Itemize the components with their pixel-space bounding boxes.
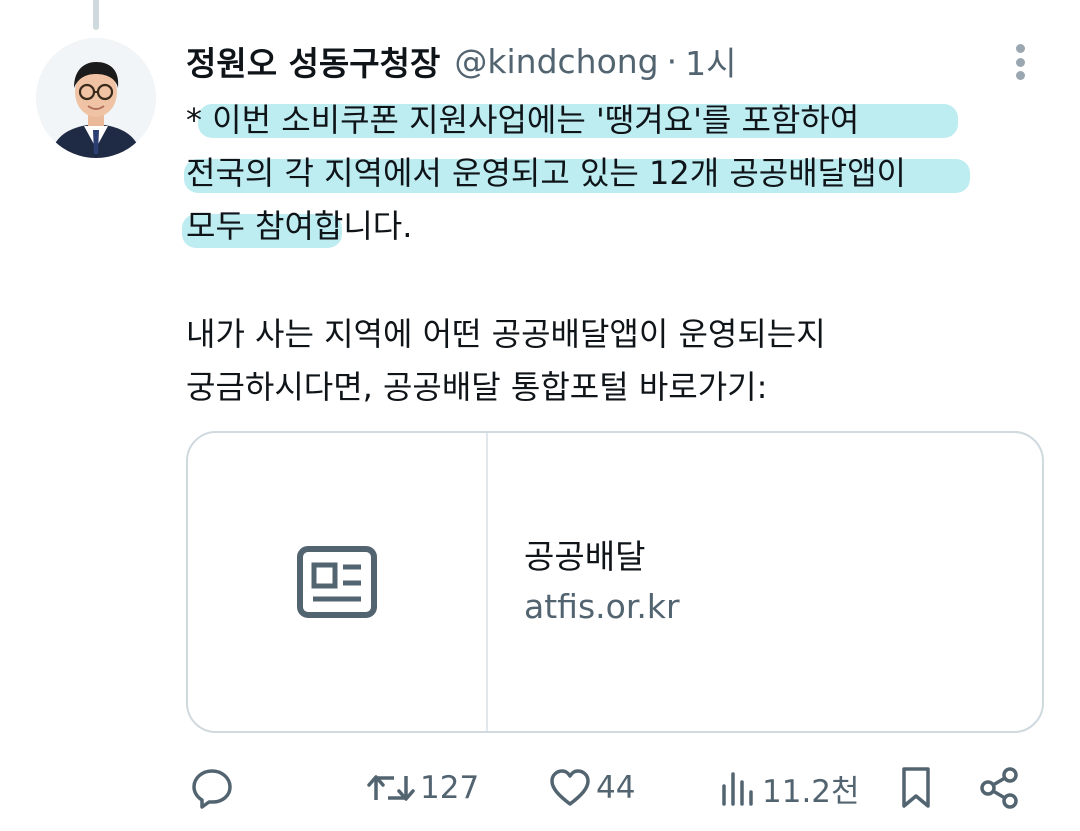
reply-button[interactable] bbox=[190, 760, 234, 816]
tweet-text: * 이번 소비쿠폰 지원사업에는 '땡겨요'를 포함하여 전국의 각 지역에서 … bbox=[182, 94, 1046, 414]
like-count: 44 bbox=[596, 770, 636, 806]
more-options-icon[interactable] bbox=[1003, 40, 1037, 84]
link-title: 공공배달 bbox=[524, 537, 646, 576]
tweet-line: 모두 참여합니다. bbox=[182, 200, 1046, 253]
views-button[interactable]: 11.2천 bbox=[718, 760, 860, 816]
like-button[interactable]: 44 bbox=[548, 760, 635, 816]
share-icon bbox=[980, 767, 1018, 809]
views-icon bbox=[722, 772, 753, 806]
link-info: 공공배달 atfis.or.kr bbox=[488, 433, 1042, 731]
share-button[interactable] bbox=[976, 760, 1022, 816]
link-domain: atfis.or.kr bbox=[524, 587, 680, 626]
action-bar: 127 44 11.2천 bbox=[186, 760, 1046, 816]
thread-connector-line bbox=[93, 0, 99, 30]
retweet-count: 127 bbox=[420, 770, 480, 806]
avatar-portrait bbox=[36, 38, 156, 158]
tweet-line: 전국의 각 지역에서 운영되고 있는 12개 공공배달앱이 bbox=[184, 147, 1046, 200]
tweet-line: * 이번 소비쿠폰 지원사업에는 '땡겨요'를 포함하여 bbox=[186, 94, 1046, 147]
author-name[interactable]: 정원오 성동구청장 bbox=[186, 37, 440, 85]
reply-icon bbox=[192, 769, 232, 809]
retweet-icon bbox=[367, 775, 415, 801]
bookmark-icon bbox=[902, 767, 930, 808]
tweet-header: 정원오 성동구청장 @kindchong · 1시 bbox=[186, 38, 737, 84]
avatar[interactable] bbox=[36, 38, 156, 158]
views-count: 11.2천 bbox=[762, 773, 860, 810]
tweet-line: 궁금하시다면, 공공배달 통합포털 바로가기: bbox=[186, 368, 768, 406]
link-thumbnail bbox=[188, 433, 488, 731]
timestamp[interactable]: 1시 bbox=[685, 37, 736, 85]
link-preview-card[interactable]: 공공배달 atfis.or.kr bbox=[186, 431, 1044, 733]
tweet-line: 내가 사는 지역에 어떤 공공배달앱이 운영되는지 bbox=[186, 315, 826, 353]
article-icon bbox=[297, 546, 377, 618]
retweet-button[interactable]: 127 bbox=[366, 760, 479, 816]
bookmark-button[interactable] bbox=[896, 760, 936, 816]
heart-icon bbox=[550, 769, 590, 806]
separator-dot: · bbox=[666, 41, 678, 81]
author-handle[interactable]: @kindchong bbox=[454, 42, 658, 81]
